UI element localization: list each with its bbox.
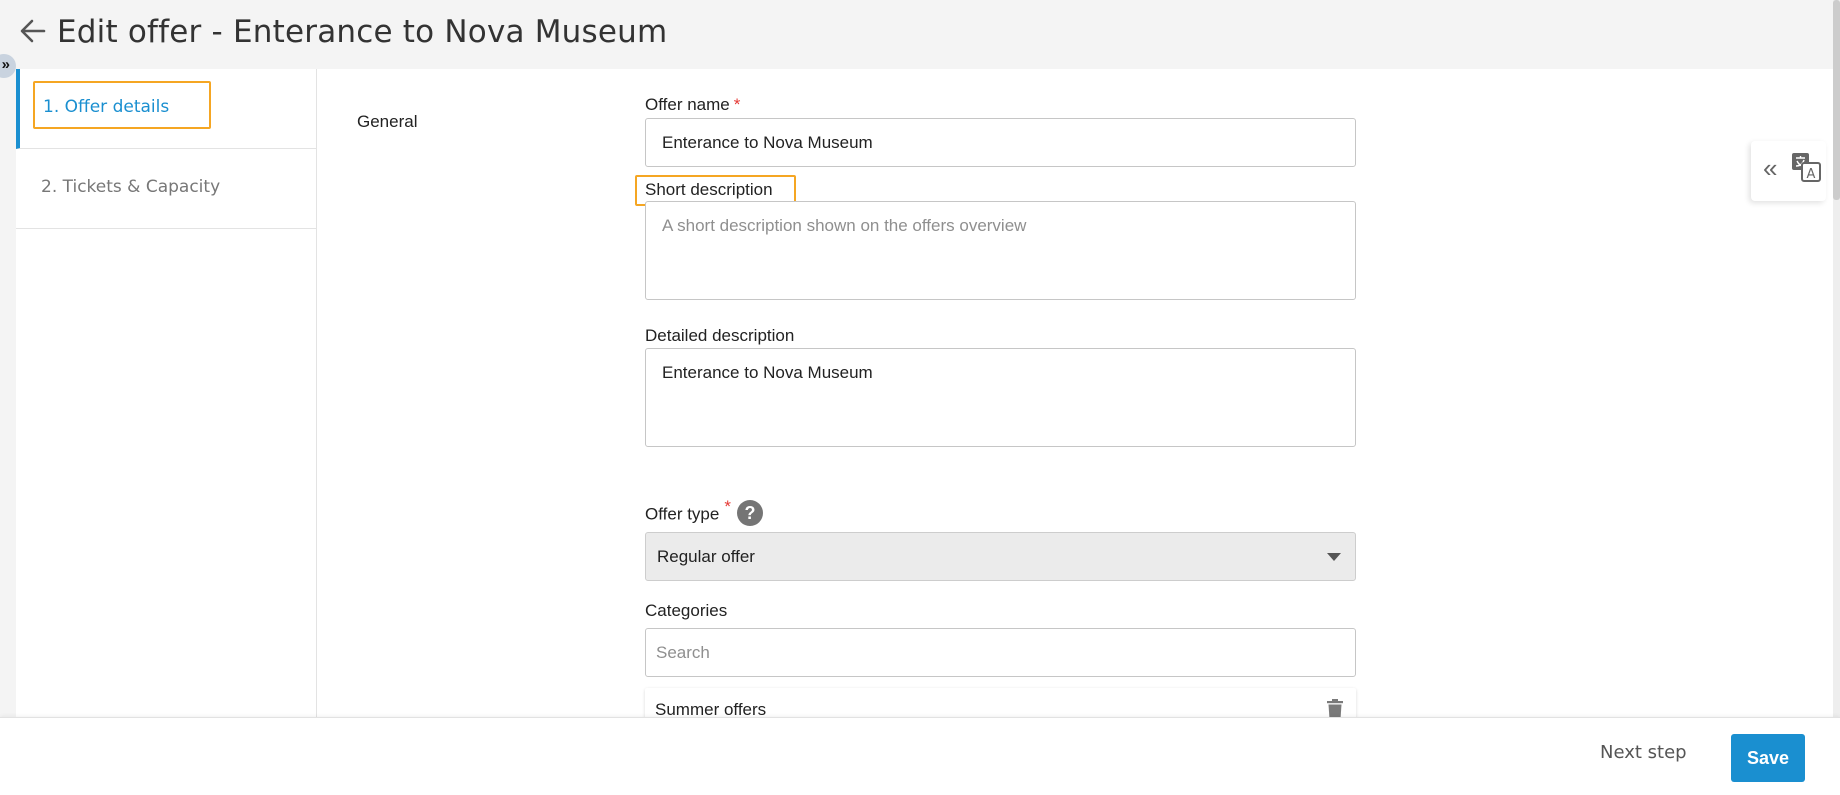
offer-type-label-text: Offer type [645, 504, 720, 524]
offer-name-label-text: Offer name [645, 95, 730, 114]
offer-name-input[interactable]: Enterance to Nova Museum [645, 118, 1356, 167]
offer-type-selected: Regular offer [657, 547, 755, 566]
svg-text:A: A [1807, 167, 1816, 182]
short-description-label: Short description [645, 180, 773, 199]
save-button[interactable]: Save [1731, 734, 1805, 782]
offer-type-select[interactable]: Regular offer [645, 532, 1356, 581]
side-tools-panel: « A [1751, 141, 1826, 201]
steps-nav: 1. Offer details 2. Tickets & Capacity [16, 69, 317, 719]
categories-label: Categories [645, 601, 728, 620]
categories-search-input[interactable]: Search [645, 628, 1356, 677]
step-offer-details[interactable]: 1. Offer details [16, 69, 316, 149]
required-marker: * [733, 95, 741, 114]
chevron-down-icon [1327, 553, 1341, 561]
section-label-general: General [357, 112, 418, 131]
required-marker: * [724, 497, 731, 517]
highlight-box [33, 81, 211, 129]
trash-icon[interactable] [1326, 699, 1344, 719]
step-tickets-capacity[interactable]: 2. Tickets & Capacity [16, 149, 316, 229]
offer-name-label: Offer name * [645, 95, 740, 115]
help-icon[interactable]: ? [736, 500, 763, 526]
detailed-description-label: Detailed description [645, 326, 795, 345]
page-title: Edit offer - Enterance to Nova Museum [57, 14, 668, 50]
next-step-button[interactable]: Next step [1600, 742, 1687, 763]
translate-icon[interactable]: A [1791, 152, 1821, 182]
footer-bar: Next step Save [0, 717, 1840, 795]
scroll-thumb[interactable] [1833, 0, 1840, 200]
offer-type-label: Offer type *? [645, 497, 763, 528]
top-bar: Edit offer - Enterance to Nova Museum [0, 0, 1840, 68]
detailed-description-textarea[interactable]: Enterance to Nova Museum [645, 348, 1356, 447]
scrollbar[interactable] [1833, 0, 1840, 717]
arrow-left-icon[interactable] [18, 16, 48, 46]
double-chevron-left-icon[interactable]: « [1763, 153, 1777, 184]
step-label: 2. Tickets & Capacity [41, 177, 221, 197]
short-description-textarea[interactable]: A short description shown on the offers … [645, 201, 1356, 300]
offer-editor-card: 1. Offer details 2. Tickets & Capacity G… [16, 69, 1836, 728]
